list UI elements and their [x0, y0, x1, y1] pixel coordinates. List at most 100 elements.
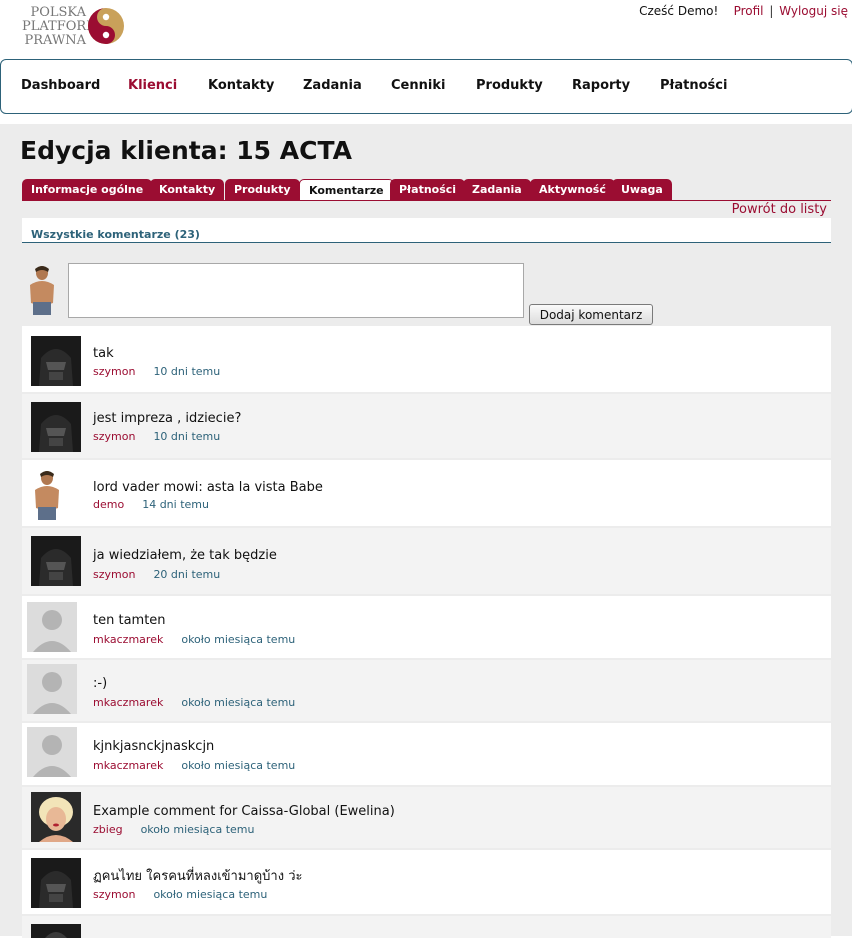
comment-item: lord vader mowi: asta la vista Babe demo…	[22, 460, 831, 526]
comment-body: ja wiedziałem, że tak będzie szymon 20 dn…	[89, 528, 831, 594]
comment-item: kjnkjasnckjnaskcjn mkaczmarek około miesi…	[22, 723, 831, 785]
profile-link[interactable]: Profil	[734, 4, 764, 18]
logo-line-1: POLSKA	[30, 5, 86, 20]
comment-body: Example comment for Caissa-Global (Eweli…	[89, 787, 831, 848]
dark-helmet-avatar	[31, 858, 81, 908]
comment-author[interactable]: zbieg	[93, 823, 123, 836]
nav-item-platnosci[interactable]: Płatności	[660, 78, 727, 93]
logo-text: POLSKA PLATFORMA PRAWNA	[22, 5, 109, 48]
comment-body: :-) mkaczmarek około miesiąca temu	[89, 660, 831, 721]
comment-text: lord vader mowi: asta la vista Babe	[93, 480, 323, 495]
logo[interactable]: POLSKA PLATFORMA PRAWNA	[22, 6, 132, 50]
comment-author[interactable]: szymon	[93, 888, 135, 901]
comment-text: :-)	[93, 676, 108, 691]
tab-aktywnosc[interactable]: Aktywność	[530, 179, 615, 200]
tab-kontakty[interactable]: Kontakty	[150, 179, 225, 200]
comments-count-title: Wszystkie komentarze (23)	[31, 228, 200, 241]
comment-author[interactable]: szymon	[93, 568, 135, 581]
comment-meta: zbieg około miesiąca temu	[93, 823, 254, 836]
comment-time: 10 dni temu	[153, 365, 221, 378]
default-avatar	[27, 602, 77, 652]
header: POLSKA PLATFORMA PRAWNA Cześć Demo! Prof…	[0, 0, 852, 60]
greeting: Cześć Demo!	[639, 4, 719, 18]
tab-produkty[interactable]: Produkty	[225, 179, 300, 200]
comment-meta: demo 14 dni temu	[93, 498, 209, 511]
comment-text: tak	[93, 346, 114, 361]
logo-line-2: PLATFORMA	[22, 19, 109, 34]
comment-item: tak szymon 10 dni temu	[22, 326, 831, 392]
logo-line-3: PRAWNA	[24, 33, 86, 48]
comment-time: około miesiąca temu	[181, 633, 296, 646]
comment-meta: szymon około miesiąca temu	[93, 888, 267, 901]
comment-meta: mkaczmarek około miesiąca temu	[93, 696, 295, 709]
dark-helmet-avatar	[31, 336, 81, 386]
nav-item-kontakty[interactable]: Kontakty	[208, 78, 274, 93]
content: Edycja klienta: 15 ACTA Informacje ogóln…	[0, 124, 852, 938]
comment-time: około miesiąca temu	[153, 888, 268, 901]
comment-meta: mkaczmarek około miesiąca temu	[93, 759, 295, 772]
nav-item-zadania[interactable]: Zadania	[303, 78, 362, 93]
woman-avatar	[31, 792, 81, 842]
default-avatar	[27, 727, 77, 777]
comment-item: ja wiedziałem, że tak będzie szymon 20 dn…	[22, 528, 831, 594]
comment-time: 14 dni temu	[142, 498, 209, 511]
comment-text: ja wiedziałem, że tak będzie	[93, 548, 277, 563]
comment-author[interactable]: mkaczmarek	[93, 633, 163, 646]
comment-time: około miesiąca temu	[140, 823, 255, 836]
tab-komentarze[interactable]: Komentarze	[299, 179, 394, 201]
tabs-divider	[22, 200, 831, 201]
comment-body: kjnkjasnckjnaskcjn mkaczmarek około miesi…	[89, 723, 831, 785]
comment-time: około miesiąca temu	[181, 759, 296, 772]
comment-text: jest impreza , idziecie?	[93, 411, 242, 426]
comment-body: ten tamten mkaczmarek około miesiąca temu	[89, 596, 831, 658]
comment-item: :-) mkaczmarek około miesiąca temu	[22, 660, 831, 721]
comment-item: ten tamten mkaczmarek około miesiąca temu	[22, 596, 831, 658]
comment-body: lord vader mowi: asta la vista Babe demo…	[89, 460, 831, 526]
comment-input[interactable]	[68, 263, 524, 318]
comment-meta: szymon 20 dni temu	[93, 568, 220, 581]
comments-section-header: Wszystkie komentarze (23)	[22, 218, 831, 243]
nav-item-produkty[interactable]: Produkty	[476, 78, 543, 93]
comment-body: tak szymon 10 dni temu	[89, 326, 831, 392]
nav-item-raporty[interactable]: Raporty	[572, 78, 630, 93]
logout-link[interactable]: Wyloguj się	[779, 4, 848, 18]
comment-author[interactable]: mkaczmarek	[93, 696, 163, 709]
nav-item-dashboard[interactable]: Dashboard	[21, 78, 100, 93]
comment-text: kjnkjasnckjnaskcjn	[93, 739, 215, 754]
comment-time: 20 dni temu	[153, 568, 221, 581]
tab-zadania[interactable]: Zadania	[463, 179, 531, 200]
comment-item: Example comment for Caissa-Global (Eweli…	[22, 787, 831, 848]
comment-meta: szymon 10 dni temu	[93, 365, 220, 378]
comment-author[interactable]: demo	[93, 498, 124, 511]
nav-item-klienci[interactable]: Klienci	[128, 78, 177, 93]
dark-helmet-avatar	[31, 402, 81, 452]
back-to-list-link[interactable]: Powrót do listy	[732, 202, 827, 217]
comment-time: 10 dni temu	[153, 430, 221, 443]
current-user-avatar	[26, 263, 58, 315]
comment-author[interactable]: mkaczmarek	[93, 759, 163, 772]
comment-body: ฏคนไทย ใครคนที่หลงเข้ามาดูบ้าง ว่ะ szymo…	[89, 850, 831, 914]
comment-author[interactable]: szymon	[93, 430, 135, 443]
comment-text: Example comment for Caissa-Global (Eweli…	[93, 804, 395, 819]
comment-body	[89, 916, 831, 938]
add-comment-button[interactable]: Dodaj komentarz	[529, 304, 653, 325]
tab-platnosci[interactable]: Płatności	[390, 179, 466, 200]
comment-text: ten tamten	[93, 613, 166, 628]
nav-item-cenniki[interactable]: Cenniki	[391, 78, 445, 93]
man-avatar	[31, 468, 63, 520]
comment-body: jest impreza , idziecie? szymon 10 dni te…	[89, 394, 831, 458]
logo-mark-icon	[88, 8, 124, 44]
default-avatar	[27, 664, 77, 714]
comment-meta: szymon 10 dni temu	[93, 430, 220, 443]
tab-uwaga[interactable]: Uwaga	[612, 179, 672, 200]
comment-item	[22, 916, 831, 938]
comment-text: ฏคนไทย ใครคนที่หลงเข้ามาดูบ้าง ว่ะ	[93, 869, 303, 884]
dark-helmet-avatar	[31, 536, 81, 586]
separator: |	[769, 4, 774, 18]
page-title: Edycja klienta: 15 ACTA	[20, 136, 352, 165]
comment-author[interactable]: szymon	[93, 365, 135, 378]
main-nav: Dashboard Klienci Kontakty Zadania Cenni…	[0, 59, 852, 114]
tab-informacje-ogolne[interactable]: Informacje ogólne	[22, 179, 153, 200]
comment-time: około miesiąca temu	[181, 696, 296, 709]
comment-meta: mkaczmarek około miesiąca temu	[93, 633, 295, 646]
